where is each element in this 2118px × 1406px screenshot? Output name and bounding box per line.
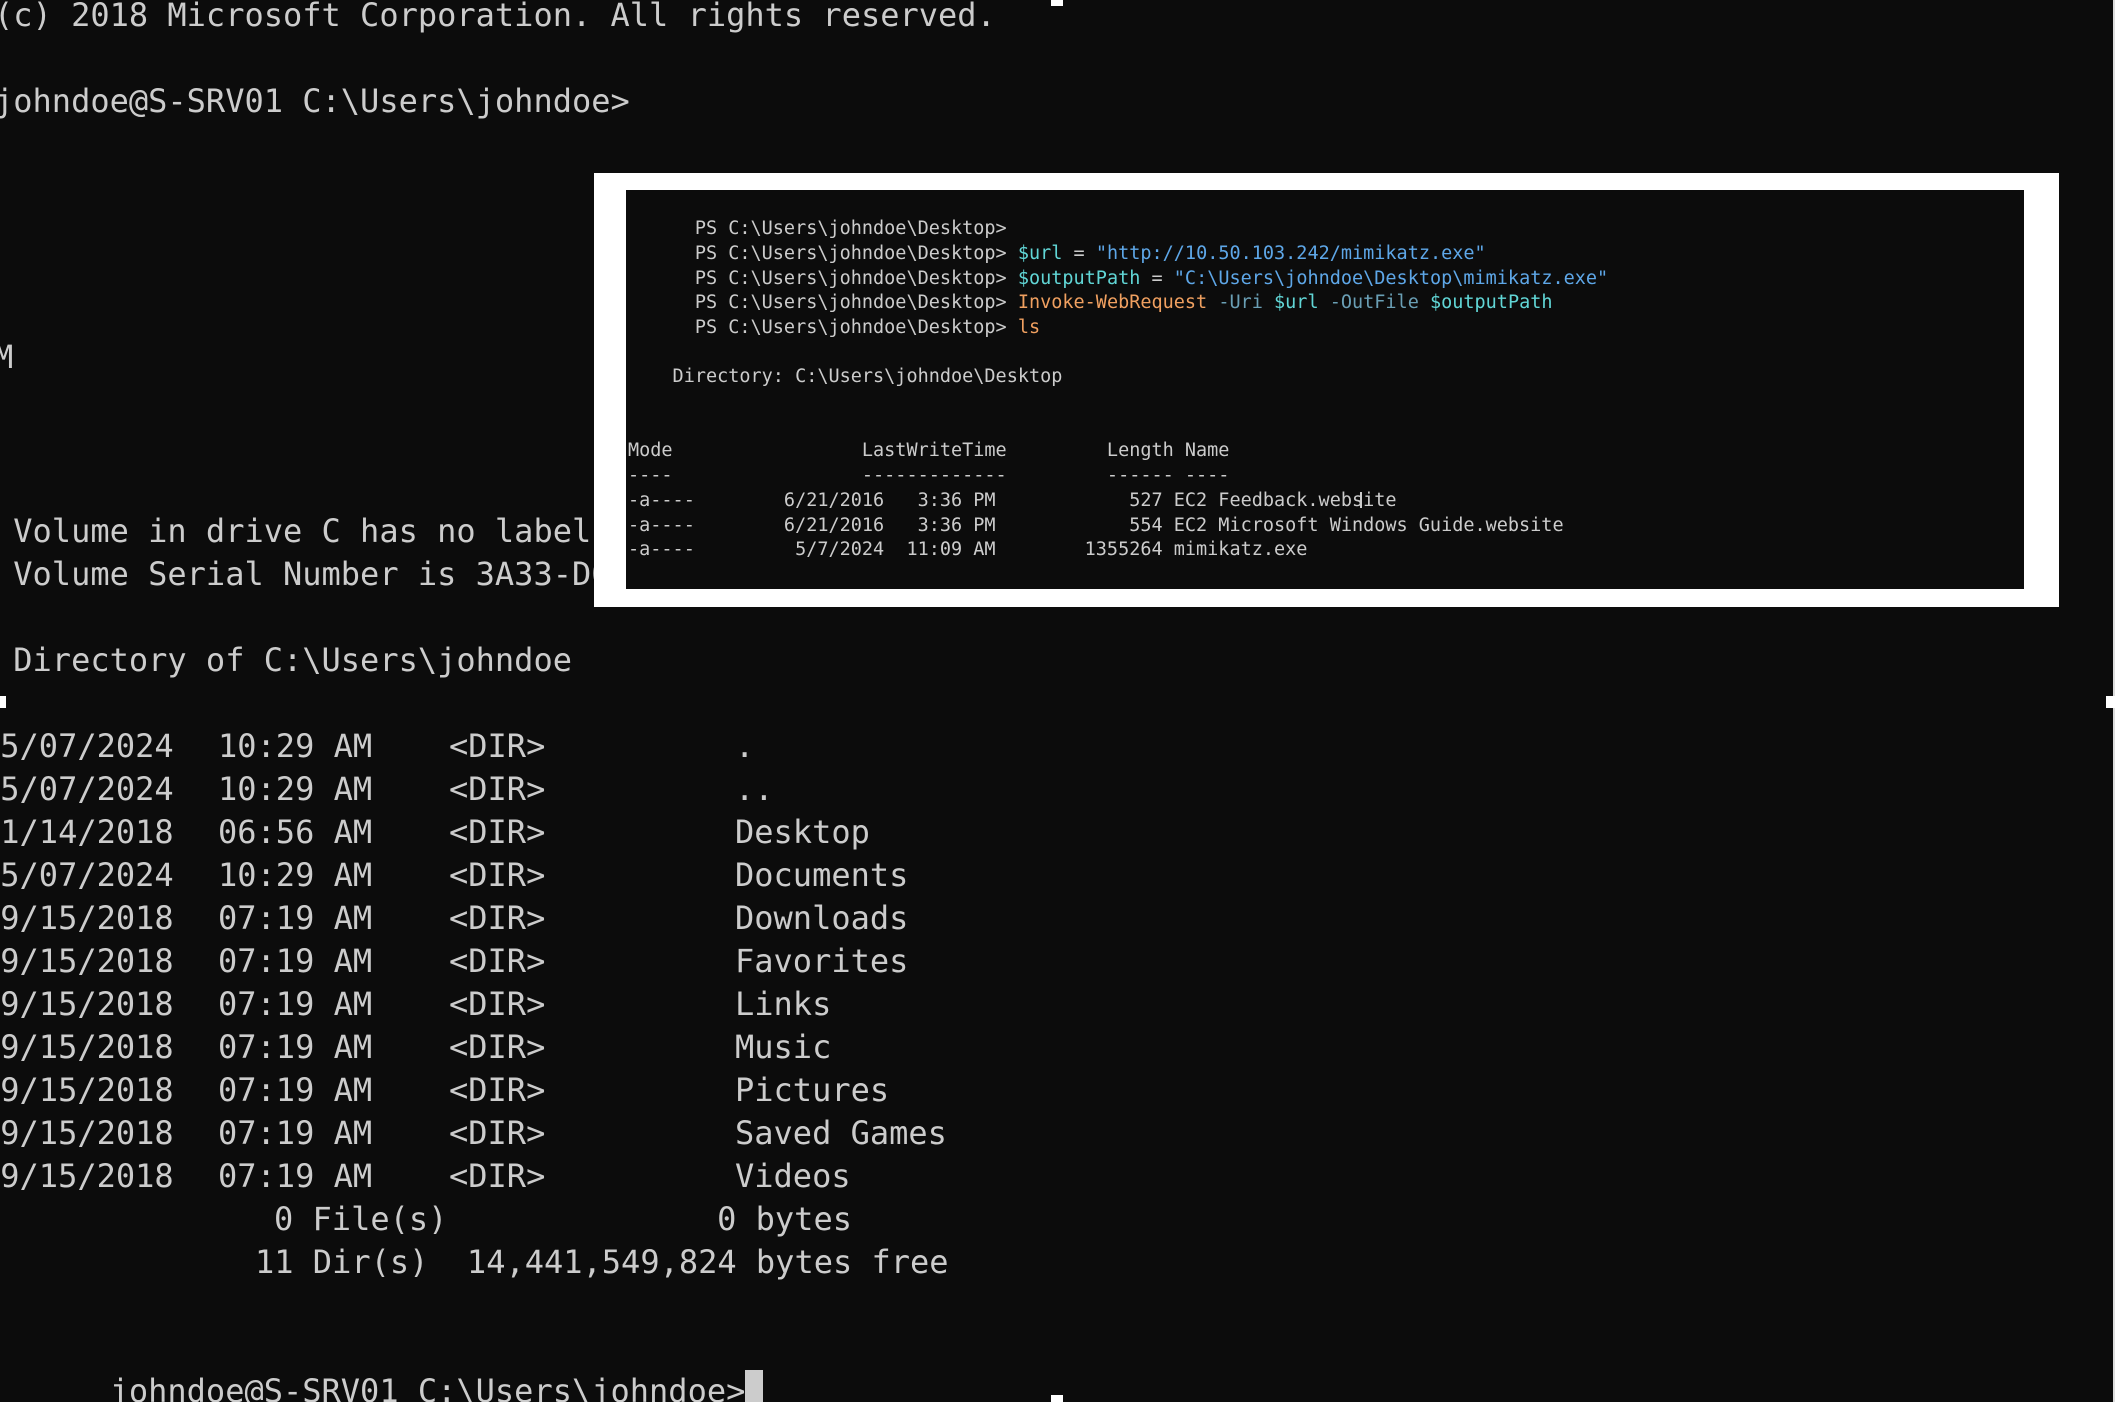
dir-row-type: <DIR> [449,985,546,1023]
files-summary-line: 0 File(s) 0 bytes [274,1200,852,1238]
dir-row-date: 09/15/2018 [0,1114,174,1152]
ps-prompt: PS C:\Users\johndoe\Desktop> [694,317,1007,338]
dir-row-date: 09/15/2018 [0,985,174,1023]
dir-row-type: <DIR> [449,942,546,980]
cmd-prompt-line: johndoe@S-SRV01 C:\Users\johndoe> [0,82,630,120]
dir-row-date: 09/15/2018 [0,942,174,980]
dir-row-time: 07:19 AM [218,899,373,937]
ps-table-row: -a---- 6/21/2016 3:36 PM 527 EC2 Feedbac… [628,488,1397,513]
dir-row-type: <DIR> [449,1071,546,1109]
dir-row-time: 06:56 AM [218,813,373,851]
dir-row-name: Videos [735,1157,851,1195]
screenshot-canvas: (c) 2018 Microsoft Corporation. All righ… [0,0,2118,1406]
text-insertion-cursor [1360,492,1362,508]
dir-row-name: Documents [735,856,909,894]
dir-row-type: <DIR> [449,1157,546,1195]
dir-row-name: Downloads [735,899,909,937]
resize-handle-bottom[interactable] [1051,1395,1063,1406]
dir-row-type: <DIR> [449,856,546,894]
cropped-text-fragment: M [0,336,13,379]
ps-table-header: Mode LastWriteTime Length Name [628,440,1230,461]
dir-row-date: 09/15/2018 [0,899,174,937]
ps-cmdlet: ls [1017,317,1041,338]
volume-label-line: Volume in drive C has no label. [0,512,611,550]
dir-row-name: Favorites [735,942,909,980]
dir-row-type: <DIR> [449,727,546,765]
dir-row-date: 05/07/2024 [0,727,174,765]
dir-row-date: 09/15/2018 [0,1157,174,1195]
dir-row-name: Saved Games [735,1114,947,1152]
cmd-active-prompt-line[interactable]: johndoe@S-SRV01 C:\Users\johndoe> [0,1327,764,1402]
ps-parameter: -OutFile [1318,292,1430,313]
ps-line-3: PS C:\Users\johndoe\Desktop> $outputPath… [628,241,1608,289]
volume-serial-line: Volume Serial Number is 3A33-D0 [0,555,611,593]
ps-line-4: PS C:\Users\johndoe\Desktop> Invoke-WebR… [628,265,1553,313]
directory-of-line: Directory of C:\Users\johndoe [0,641,572,679]
dir-row-name: Links [735,985,832,1023]
dir-row-time: 07:19 AM [218,1157,373,1195]
resize-handle-left[interactable] [0,696,6,708]
dir-row-time: 07:19 AM [218,1114,373,1152]
dir-row-name: Music [735,1028,832,1066]
ps-line-2: PS C:\Users\johndoe\Desktop> $url = "htt… [628,216,1486,264]
dir-row-name: .. [735,770,774,808]
ps-row-text: -a---- 6/21/2016 3:36 PM 527 EC2 Feedbac… [628,490,1397,511]
dir-row-date: 09/15/2018 [0,1071,174,1109]
cmd-prompt-text: johndoe@S-SRV01 C:\Users\johndoe> [109,1372,746,1402]
ps-directory-header: Directory: C:\Users\johndoe\Desktop [628,366,1063,387]
dir-row-name: Desktop [735,813,870,851]
ps-line-1: PS C:\Users\johndoe\Desktop> [628,191,1007,239]
dir-row-time: 10:29 AM [218,770,373,808]
ps-table-row: -a---- 6/21/2016 3:36 PM 554 EC2 Microso… [628,515,1564,536]
dir-row-time: 10:29 AM [218,727,373,765]
dir-row-date: 05/07/2024 [0,770,174,808]
dir-row-type: <DIR> [449,899,546,937]
dir-row-time: 07:19 AM [218,985,373,1023]
dir-row-type: <DIR> [449,1114,546,1152]
ps-parameter: -Uri [1207,292,1275,313]
dir-row-date: 11/14/2018 [0,813,174,851]
dir-row-type: <DIR> [449,813,546,851]
dir-row-type: <DIR> [449,770,546,808]
dir-row-date: 05/07/2024 [0,856,174,894]
resize-handle-top[interactable] [1051,0,1063,6]
dirs-summary-line: 11 Dir(s) 14,441,549,824 bytes free [255,1243,949,1281]
dir-row-time: 10:29 AM [218,856,373,894]
ps-variable: $outputPath [1429,292,1553,313]
dir-row-time: 07:19 AM [218,942,373,980]
ps-line-5: PS C:\Users\johndoe\Desktop> ls [628,290,1040,338]
powershell-inset: PS C:\Users\johndoe\Desktop> PS C:\Users… [626,190,2024,589]
text-cursor [745,1370,764,1402]
dir-row-type: <DIR> [449,1028,546,1066]
copyright-line: (c) 2018 Microsoft Corporation. All righ… [0,0,996,34]
resize-handle-right[interactable] [2106,696,2118,708]
dir-row-date: 09/15/2018 [0,1028,174,1066]
dir-row-name: Pictures [735,1071,890,1109]
ps-table-row: -a---- 5/7/2024 11:09 AM 1355264 mimikat… [628,539,1308,560]
ps-table-rule: ---- ------------- ------ ---- [628,465,1230,486]
ps-variable: $url [1274,292,1319,313]
ps-cmdlet: Invoke-WebRequest [1017,292,1208,313]
dir-row-time: 07:19 AM [218,1071,373,1109]
dir-row-time: 07:19 AM [218,1028,373,1066]
dir-row-name: . [735,727,755,765]
